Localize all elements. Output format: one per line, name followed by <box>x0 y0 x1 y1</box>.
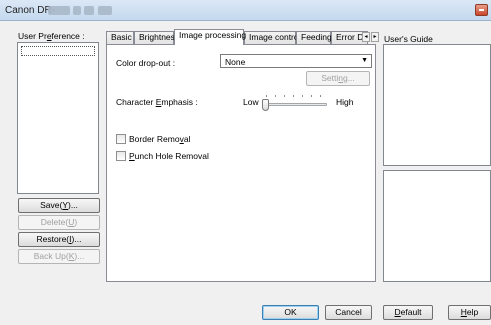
users-guide-upper-pane <box>383 44 491 166</box>
punch-hole-removal-label: Punch Hole Removal <box>129 151 209 161</box>
tab-image-processing[interactable]: Image processing <box>174 29 246 45</box>
tab-feeding[interactable]: Feeding <box>296 31 332 44</box>
default-button[interactable]: Default <box>383 305 433 320</box>
color-dropout-label: Color drop-out : <box>116 58 176 68</box>
users-guide-title: User's Guide <box>384 34 433 44</box>
tab-scroll-left-icon[interactable]: ◂ <box>362 32 370 42</box>
border-removal-checkbox[interactable] <box>116 134 126 144</box>
close-button[interactable] <box>475 4 488 16</box>
tab-image-control[interactable]: Image control <box>244 31 301 44</box>
border-removal-label: Border Removal <box>129 134 191 144</box>
punch-hole-removal-checkbox[interactable] <box>116 151 126 161</box>
tab-basic[interactable]: Basic <box>106 31 134 44</box>
tab-scroll-right-icon[interactable]: ▸ <box>371 32 379 42</box>
slider-tick <box>311 95 312 97</box>
slider-tick <box>284 95 285 97</box>
user-preference-list[interactable] <box>17 42 99 194</box>
slider-track[interactable] <box>263 103 327 106</box>
title-bar: Canon DR- <box>0 0 491 21</box>
delete-button[interactable]: Delete(U) <box>18 215 100 230</box>
slider-low-label: Low <box>243 97 259 107</box>
chevron-down-icon: ▼ <box>361 57 368 64</box>
tab-brightness[interactable]: Brightness <box>134 31 179 44</box>
slider-tick <box>293 95 294 97</box>
list-focus-item[interactable] <box>21 46 95 56</box>
title-redacted-block <box>48 6 70 15</box>
character-emphasis-label: Character Emphasis : <box>116 97 198 107</box>
slider-tick <box>266 95 267 97</box>
slider-tick <box>302 95 303 97</box>
slider-thumb[interactable] <box>262 99 269 111</box>
color-dropout-value: None <box>225 57 246 67</box>
title-redacted-block <box>98 6 112 15</box>
title-redacted-block <box>73 6 81 15</box>
help-button[interactable]: Help <box>448 305 491 320</box>
title-redacted-block <box>84 6 94 15</box>
color-dropout-select[interactable]: None ▼ <box>220 54 372 68</box>
setting-button[interactable]: Setting... <box>306 71 370 86</box>
users-guide-lower-pane <box>383 170 491 282</box>
backup-button[interactable]: Back Up(K)... <box>18 249 100 264</box>
user-preference-label: User Preference : <box>18 31 85 41</box>
slider-tick <box>320 95 321 97</box>
slider-tick <box>275 95 276 97</box>
cancel-button[interactable]: Cancel <box>325 305 372 320</box>
ok-button[interactable]: OK <box>262 305 319 320</box>
restore-button[interactable]: Restore(I)... <box>18 232 100 247</box>
slider-high-label: High <box>336 97 354 107</box>
save-button[interactable]: Save(Y)... <box>18 198 100 213</box>
image-processing-panel: Color drop-out : None ▼ Setting... Chara… <box>106 44 376 282</box>
